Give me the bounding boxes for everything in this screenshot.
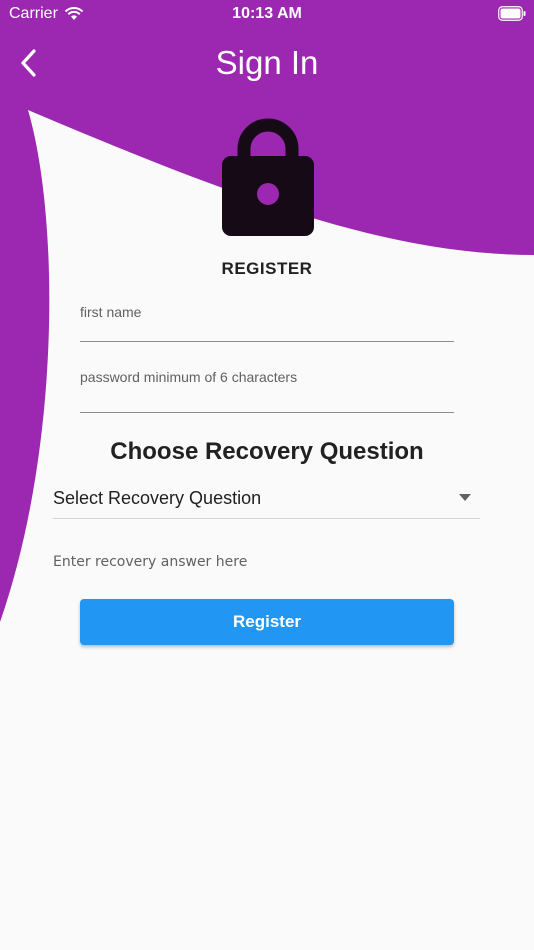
status-time: 10:13 AM — [232, 5, 302, 22]
register-heading: REGISTER — [221, 259, 313, 278]
lock-icon — [222, 118, 314, 236]
register-button[interactable]: Register — [80, 599, 454, 645]
recovery-question-dropdown[interactable]: Select Recovery Question — [53, 486, 480, 519]
navigation-bar: Sign In — [0, 36, 534, 92]
first-name-label: first name — [80, 304, 142, 320]
recovery-question-title: Choose Recovery Question — [110, 438, 424, 465]
battery-icon — [498, 6, 526, 21]
password-label: password minimum of 6 characters — [80, 369, 298, 385]
first-name-field[interactable]: first name — [80, 304, 454, 342]
recovery-question-selected: Select Recovery Question — [53, 488, 262, 508]
recovery-answer-input[interactable] — [53, 550, 480, 574]
password-field[interactable]: password minimum of 6 characters — [80, 369, 454, 413]
caret-down-icon — [459, 494, 471, 501]
status-bar: Carrier 10:13 AM — [0, 0, 534, 30]
page-title: Sign In — [215, 44, 319, 81]
